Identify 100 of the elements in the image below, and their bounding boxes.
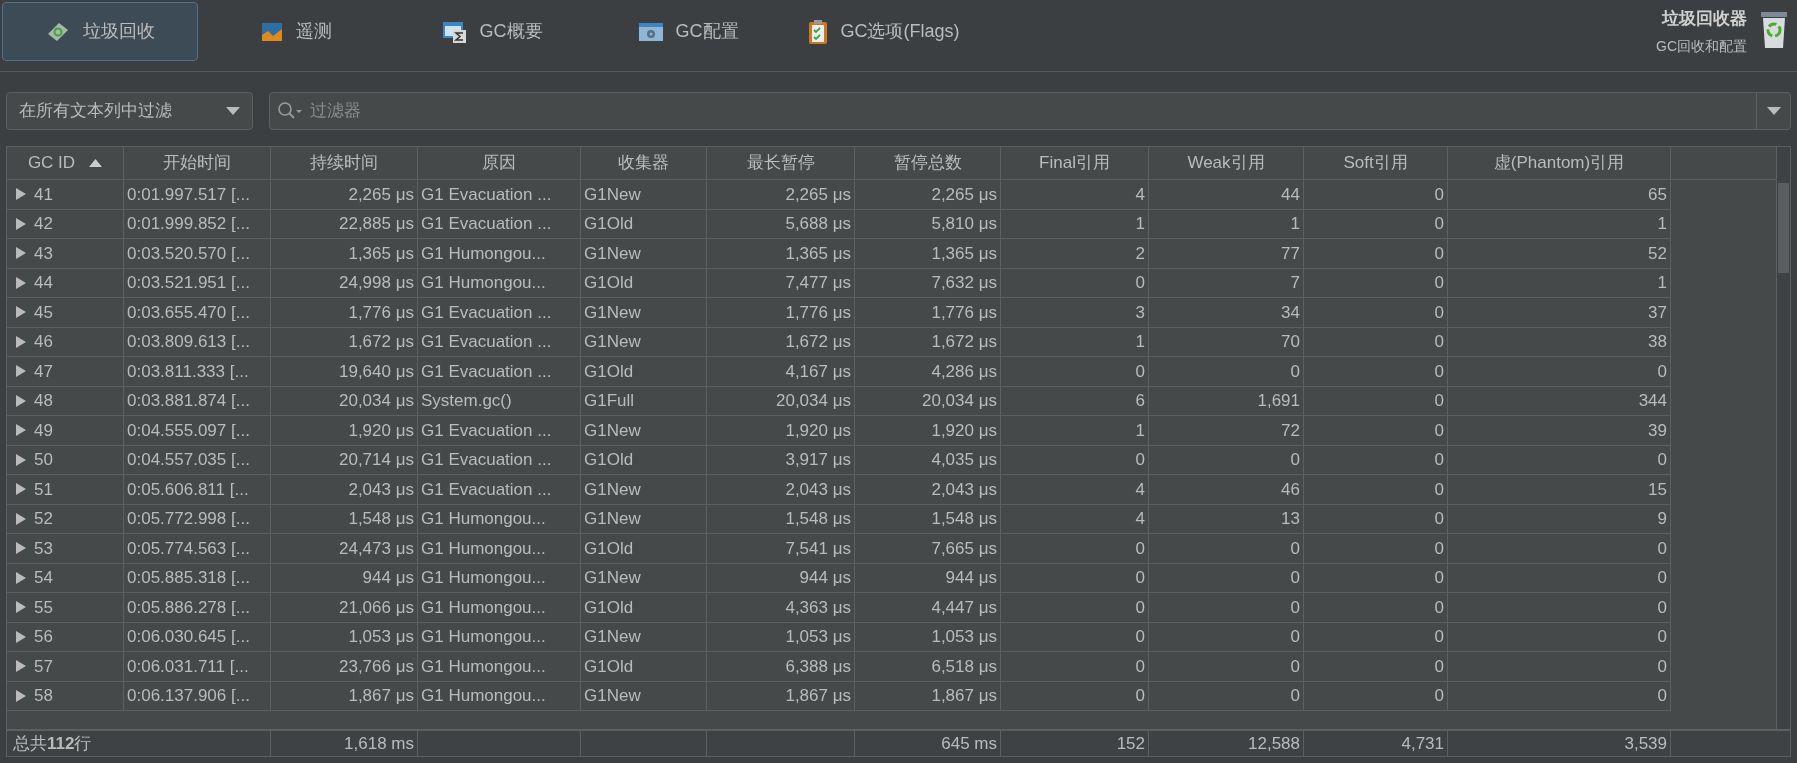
table-cell-text: 0	[1135, 655, 1145, 678]
table-cell-text: 0	[1135, 685, 1145, 707]
table-cell-text: 0	[1434, 655, 1444, 678]
expand-arrow-icon[interactable]	[15, 542, 26, 555]
table-cell-text: 0:06.031.711 [...	[127, 655, 249, 678]
table-cell-text: 0	[1434, 508, 1444, 530]
expand-arrow-icon[interactable]	[15, 483, 26, 496]
table-cell-text: G1Old	[584, 537, 634, 560]
expand-arrow-icon[interactable]	[15, 306, 26, 319]
filter-field[interactable]: 过滤器	[269, 92, 1791, 130]
table-cell-text: 5,688 μs	[785, 213, 851, 235]
column-header[interactable]: 最长暂停	[707, 147, 855, 179]
table-cell-text: 0	[1434, 183, 1444, 206]
table-cell-text: 0:05.774.563 [...	[127, 537, 250, 560]
table-cell-text: 1,548 μs	[931, 508, 997, 530]
tab[interactable]: GC选项(Flags)	[786, 2, 982, 61]
table-cell-text: G1 Evacuation ...	[421, 419, 552, 442]
expand-arrow-icon[interactable]	[15, 424, 26, 437]
table-cell-text: 1,920 μs	[931, 419, 997, 442]
filter-scope-dropdown[interactable]: 在所有文本列中过滤	[6, 92, 253, 130]
table-cell-text: 1,691	[1257, 390, 1300, 412]
table-cell-text: 20,034 μs	[776, 390, 851, 412]
column-header[interactable]: 收集器	[581, 147, 707, 179]
table-cell-text: 44	[1281, 183, 1300, 206]
table-cell-text: 0	[1434, 567, 1444, 589]
table-cell-text: 1,776 μs	[348, 301, 414, 324]
expand-arrow-icon[interactable]	[15, 630, 26, 643]
column-header[interactable]: Soft引用	[1304, 147, 1448, 179]
table-cell-text: 1,867 μs	[931, 685, 997, 707]
table-cell-text: 44	[34, 272, 53, 294]
table-cell-text: 52	[34, 508, 53, 530]
table-cell-text: 0	[1657, 360, 1667, 383]
clipboard-check-icon	[808, 18, 829, 45]
table-cell-text: 5,810 μs	[931, 213, 997, 235]
caret-icon	[1766, 107, 1781, 115]
table-cell-text: 7,632 μs	[931, 272, 997, 294]
expand-arrow-icon[interactable]	[15, 571, 26, 584]
tab[interactable]: GC概要	[394, 2, 590, 61]
table-cell-text: 4,035 μs	[931, 449, 997, 471]
table-cell-text: 6,388 μs	[785, 655, 851, 678]
table-cell-text: 1,053 μs	[931, 626, 997, 648]
table-cell-text: G1New	[584, 508, 641, 530]
table-cell-text: 51	[34, 478, 53, 501]
expand-arrow-icon[interactable]	[15, 660, 26, 673]
table-cell-text: G1 Evacuation ...	[421, 360, 552, 383]
search-icon	[277, 101, 303, 121]
column-header[interactable]: Weak引用	[1149, 147, 1304, 179]
table-cell-text: 1,776 μs	[931, 301, 997, 324]
expand-arrow-icon[interactable]	[15, 247, 26, 260]
tab[interactable]: GC配置	[590, 2, 786, 61]
table-cell-text: 1,053 μs	[348, 626, 414, 648]
table-cell-text: 0:03.655.470 [...	[127, 301, 250, 324]
column-header[interactable]: 开始时间	[124, 147, 271, 179]
column-header[interactable]: Final引用	[1001, 147, 1149, 179]
table-cell-text: G1New	[584, 242, 641, 265]
expand-arrow-icon[interactable]	[15, 689, 26, 702]
expand-arrow-icon[interactable]	[15, 512, 26, 525]
expand-arrow-icon[interactable]	[15, 453, 26, 466]
tab[interactable]: 垃圾回收	[2, 2, 198, 61]
table-cell-text: 0	[1290, 626, 1300, 648]
table-cell-text: 0	[1434, 478, 1444, 501]
table-cell-text: 3,917 μs	[785, 449, 851, 471]
expand-arrow-icon[interactable]	[15, 188, 26, 201]
table-cell-text: 0:05.885.318 [...	[127, 567, 250, 589]
table-cell-text: 0	[1135, 360, 1145, 383]
table-cell-text: 0:06.137.906 [...	[127, 685, 250, 707]
table-cell-text: G1Old	[584, 360, 634, 383]
table-cell-text: 1,053 μs	[785, 626, 851, 648]
table-cell-text: 0:06.030.645 [...	[127, 626, 250, 648]
tab[interactable]: 遥测	[198, 2, 394, 61]
expand-arrow-icon[interactable]	[15, 365, 26, 378]
column-header[interactable]: 持续时间	[271, 147, 418, 179]
table-cell-text: 344	[1638, 390, 1667, 412]
column-header[interactable]: GC ID	[7, 147, 124, 179]
page-title: 垃圾回收器	[1662, 8, 1747, 30]
table-cell-text: G1New	[584, 331, 641, 353]
table-cell-text: 65	[1648, 183, 1667, 206]
expand-arrow-icon[interactable]	[15, 276, 26, 289]
expand-arrow-icon[interactable]	[15, 601, 26, 614]
table-cell-text: 47	[34, 360, 53, 383]
column-header[interactable]: 原因	[418, 147, 581, 179]
table-cell-text: 0	[1657, 626, 1667, 648]
column-header[interactable]: 虚(Phantom)引用	[1448, 147, 1671, 179]
expand-arrow-icon[interactable]	[15, 335, 26, 348]
scrollbar[interactable]	[1776, 147, 1790, 729]
table-cell-text: 1	[1135, 419, 1145, 442]
table-cell-text: 7,541 μs	[785, 537, 851, 560]
table-cell-text: 37	[1648, 301, 1667, 324]
table-cell-text: 944 μs	[799, 567, 851, 589]
total-cell-text: 4,731	[1401, 732, 1444, 755]
table-cell-text: 2	[1135, 242, 1145, 265]
table-cell-text: 24,998 μs	[339, 272, 414, 294]
column-header[interactable]: 暂停总数	[855, 147, 1001, 179]
expand-arrow-icon[interactable]	[15, 217, 26, 230]
table-cell-text: G1 Humongou...	[421, 596, 546, 619]
table-cell-text: 19,640 μs	[339, 360, 414, 383]
table-cell-text: 1	[1135, 213, 1145, 235]
table-cell-text: G1New	[584, 301, 641, 324]
expand-arrow-icon[interactable]	[15, 394, 26, 407]
table-cell-text: 45	[34, 301, 53, 324]
